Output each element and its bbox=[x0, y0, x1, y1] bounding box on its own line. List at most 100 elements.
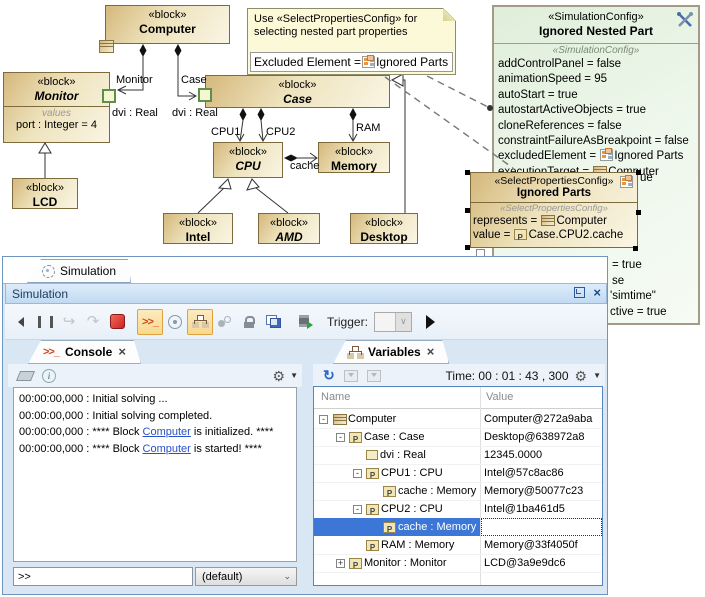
console-line: 00:00:00,000 : **** Block Computer is st… bbox=[19, 441, 296, 458]
column-name: Name bbox=[321, 391, 350, 403]
panel-splitter[interactable] bbox=[302, 340, 313, 589]
selection-handle[interactable] bbox=[465, 208, 470, 213]
selection-handle[interactable] bbox=[465, 170, 470, 175]
computer-link[interactable]: Computer bbox=[143, 426, 191, 438]
select-properties-config-block[interactable]: «SelectPropertiesConfig» Ignored Parts «… bbox=[470, 172, 638, 248]
block-amd[interactable]: «block» AMD bbox=[258, 213, 320, 244]
table-row[interactable]: CPU1 : CPU Intel@57c8ac86 bbox=[314, 464, 602, 483]
step-into-button[interactable]: ↪ bbox=[57, 310, 81, 334]
block-intel[interactable]: «block» Intel bbox=[163, 213, 233, 244]
simulation-icon bbox=[42, 265, 55, 278]
pause-icon bbox=[38, 316, 53, 328]
simconfig-prop: autoStart = true bbox=[498, 88, 698, 103]
block-lcd[interactable]: «block» LCD bbox=[12, 178, 78, 209]
clear-console-icon[interactable] bbox=[16, 371, 35, 381]
pause-button[interactable] bbox=[33, 310, 57, 334]
tab-console[interactable]: >>_ Console × bbox=[28, 340, 141, 364]
value-edit-cell[interactable] bbox=[481, 518, 602, 536]
step-over-icon: ↷ bbox=[87, 315, 100, 329]
case-dvi-port[interactable] bbox=[198, 88, 212, 102]
simulation-toolbar: ↪ ↷ >>_ Trigger: ∨ bbox=[5, 304, 607, 340]
block-cpu[interactable]: «block» CPU bbox=[213, 142, 283, 178]
table-row[interactable]: CPU2 : CPU Intel@1ba461d5 bbox=[314, 500, 602, 519]
selection-handle[interactable] bbox=[636, 210, 641, 215]
table-row[interactable]: RAM : Memory Memory@33f4050f bbox=[314, 536, 602, 555]
window-titlebar[interactable]: Simulation × bbox=[5, 283, 607, 304]
tab-console-label: Console bbox=[65, 345, 112, 359]
variables-table[interactable]: Name Value Computer Computer@272a9aba Ca… bbox=[313, 386, 603, 586]
export-html-icon[interactable] bbox=[367, 370, 381, 382]
table-row[interactable]: dvi : Real 12345.0000 bbox=[314, 446, 602, 465]
table-row-selected[interactable]: cache : Memory bbox=[314, 518, 602, 536]
selection-handle[interactable] bbox=[465, 245, 470, 250]
console-toggle-button[interactable]: >>_ bbox=[137, 309, 163, 335]
table-row[interactable]: Computer Computer@272a9aba bbox=[314, 410, 602, 429]
tab-variables[interactable]: Variables × bbox=[333, 340, 449, 364]
breakpoints-button[interactable] bbox=[213, 310, 237, 334]
monitor-dvi-port[interactable] bbox=[102, 89, 116, 103]
console-language-select[interactable]: (default) ⌄ bbox=[195, 567, 297, 586]
part-property-icon bbox=[366, 504, 379, 515]
console-line: 00:00:00,000 : Initial solving completed… bbox=[19, 408, 296, 425]
block-case[interactable]: «block» Case bbox=[205, 75, 390, 108]
close-icon[interactable]: × bbox=[427, 347, 435, 357]
expand-icon[interactable] bbox=[336, 559, 345, 568]
selectconfig-value: value = Case.CPU2.cache bbox=[471, 228, 637, 242]
block-computer[interactable]: «block» Computer bbox=[105, 5, 230, 44]
chevron-down-icon[interactable]: ▼ bbox=[593, 371, 601, 380]
chevron-down-icon[interactable]: ▼ bbox=[290, 371, 298, 380]
block-desktop[interactable]: «block» Desktop bbox=[350, 213, 418, 244]
composition-computer-monitor bbox=[118, 44, 147, 94]
block-computer-stereotype: «block» bbox=[106, 6, 229, 22]
block-monitor-stereotype: «block» bbox=[4, 73, 109, 89]
gear-icon[interactable]: ⚙ bbox=[575, 369, 588, 383]
float-window-icon[interactable] bbox=[574, 287, 585, 298]
table-row[interactable]: cache : Memory Memory@50077c23 bbox=[314, 482, 602, 501]
animation-toggle-button[interactable] bbox=[163, 310, 187, 334]
note-line2: selecting nested part properties bbox=[254, 26, 407, 38]
collapse-icon[interactable] bbox=[336, 433, 345, 442]
block-case-name: Case bbox=[206, 92, 389, 106]
simconfig-fragment: se bbox=[612, 275, 624, 287]
console-input[interactable]: >> bbox=[13, 567, 193, 586]
toolbar-collapse-button[interactable] bbox=[9, 310, 33, 334]
monitor-port-value: port : Integer = 4 bbox=[4, 119, 109, 132]
computer-link[interactable]: Computer bbox=[143, 443, 191, 455]
note-line1: Use «SelectPropertiesConfig» for bbox=[254, 13, 417, 25]
gear-icon[interactable]: ⚙ bbox=[273, 369, 286, 383]
open-in-window-button[interactable] bbox=[261, 310, 285, 334]
variables-hierarchy-icon bbox=[193, 315, 207, 328]
refresh-icon[interactable]: ↻ bbox=[323, 369, 335, 382]
close-icon[interactable]: × bbox=[118, 347, 126, 357]
windows-icon bbox=[266, 315, 281, 328]
animation-icon bbox=[168, 315, 182, 329]
block-memory[interactable]: «block» Memory bbox=[318, 142, 390, 173]
excluded-element-label: Excluded Element = bbox=[254, 55, 361, 69]
terminate-button[interactable] bbox=[105, 310, 129, 334]
collapse-icon[interactable] bbox=[353, 469, 362, 478]
export-csv-icon[interactable] bbox=[344, 370, 358, 382]
step-over-button[interactable]: ↷ bbox=[81, 310, 105, 334]
tab-simulation[interactable]: Simulation bbox=[27, 259, 131, 283]
part-property-icon bbox=[383, 522, 396, 533]
variables-hierarchy-icon bbox=[348, 346, 362, 359]
close-icon[interactable]: × bbox=[593, 287, 601, 298]
lock-button[interactable] bbox=[237, 310, 261, 334]
selection-handle[interactable] bbox=[636, 170, 641, 175]
selection-handle[interactable] bbox=[633, 246, 638, 251]
variables-toggle-button[interactable] bbox=[187, 309, 213, 335]
collapse-icon[interactable] bbox=[319, 415, 328, 424]
note-comment[interactable]: Use «SelectPropertiesConfig» for selecti… bbox=[247, 8, 456, 75]
selectconfig-represents: represents = Computer bbox=[471, 214, 637, 228]
block-case-stereotype: «block» bbox=[206, 76, 389, 92]
console-log[interactable]: 00:00:00,000 : Initial solving ... 00:00… bbox=[13, 387, 297, 562]
trigger-select[interactable]: ∨ bbox=[374, 312, 412, 332]
block-monitor[interactable]: «block» Monitor values port : Integer = … bbox=[3, 72, 110, 143]
composition-computer-case bbox=[175, 44, 197, 100]
export-log-button[interactable] bbox=[293, 310, 317, 334]
collapse-icon[interactable] bbox=[353, 505, 362, 514]
table-row[interactable]: Case : Case Desktop@638972a8 bbox=[314, 428, 602, 447]
info-icon[interactable]: i bbox=[42, 369, 56, 383]
table-row[interactable]: Monitor : Monitor LCD@3a9e9dc6 bbox=[314, 554, 602, 573]
simconfig-prop: cloneReferences = false bbox=[498, 119, 698, 134]
